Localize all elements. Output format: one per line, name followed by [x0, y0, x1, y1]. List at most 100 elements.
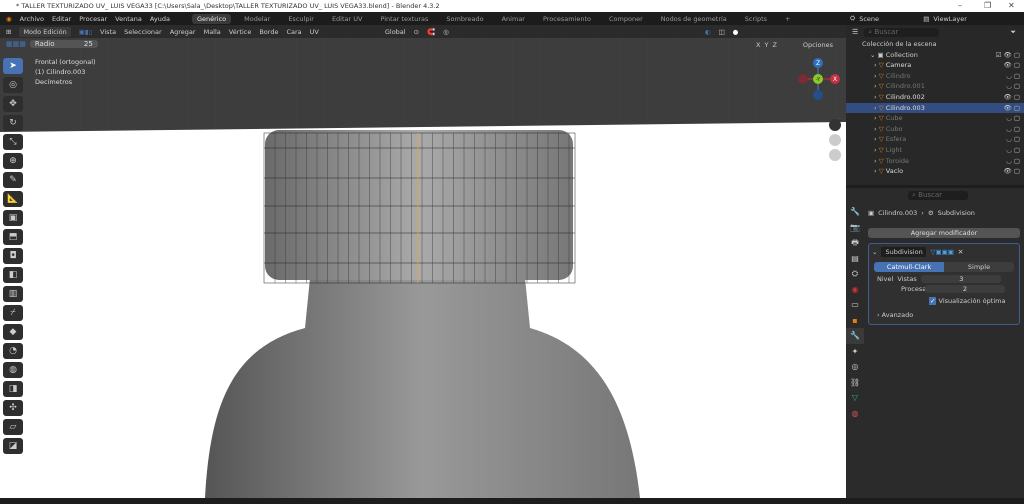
- tab-esculpir[interactable]: Esculpir: [283, 14, 319, 24]
- tab-generico[interactable]: Genérico: [191, 13, 232, 24]
- navigation-gizmo[interactable]: Z -Y X: [795, 55, 845, 165]
- visibility-icon[interactable]: ◡ ▢: [1006, 134, 1020, 145]
- menu-vertice[interactable]: Vértice: [229, 28, 252, 36]
- axis-y-toggle[interactable]: Y: [764, 41, 768, 49]
- menu-agregar[interactable]: Agregar: [170, 28, 196, 36]
- advanced-section[interactable]: › Avanzado: [869, 311, 1019, 319]
- visibility-icon[interactable]: ☑ 👁 ▢: [996, 50, 1020, 61]
- shading-solid-icon[interactable]: ●: [733, 28, 739, 36]
- select-box-mode-icon[interactable]: ▦▦▦: [6, 40, 26, 48]
- poly-build-tool-icon[interactable]: ◆: [3, 324, 23, 340]
- scene-collection[interactable]: Colección de la escena: [846, 39, 1024, 50]
- simple-button[interactable]: Simple: [944, 262, 1014, 272]
- extrude-tool-icon[interactable]: ⬒: [3, 229, 23, 245]
- inset-tool-icon[interactable]: ◘: [3, 248, 23, 264]
- display-mode-icon[interactable]: ☰: [852, 28, 858, 36]
- outliner-item[interactable]: › ▽ Cilindro.003 👁 ▢: [846, 102, 1024, 114]
- data-tab-icon[interactable]: ▽: [846, 390, 864, 406]
- smooth-tool-icon[interactable]: ◍: [3, 362, 23, 378]
- menu-seleccionar[interactable]: Seleccionar: [124, 28, 162, 36]
- scale-tool-icon[interactable]: ⤡: [3, 134, 23, 150]
- view-layer-selector[interactable]: ViewLayer: [933, 15, 967, 23]
- object-tab-icon[interactable]: ▪: [846, 313, 864, 329]
- viewport-levels-field[interactable]: 3: [921, 275, 1002, 283]
- orientation-selector[interactable]: Global: [385, 28, 406, 36]
- menu-uv[interactable]: UV: [310, 28, 319, 36]
- visibility-icon[interactable]: ◡ ▢: [1006, 81, 1020, 92]
- outliner-item[interactable]: › ▽ Cilindro.001 ◡ ▢: [846, 81, 1024, 92]
- view-layer-tab-icon[interactable]: ▤: [846, 251, 864, 267]
- tab-editar-uv[interactable]: Editar UV: [327, 14, 368, 24]
- remove-modifier-icon[interactable]: ✕: [958, 248, 963, 256]
- menu-vista[interactable]: Vista: [100, 28, 116, 36]
- filter-icon[interactable]: ⏷: [1010, 28, 1016, 37]
- menu-malla[interactable]: Malla: [204, 28, 221, 36]
- visibility-icon[interactable]: 👁 ▢: [1004, 92, 1020, 103]
- world-tab-icon[interactable]: ◉: [846, 282, 864, 298]
- visibility-icon[interactable]: ◡ ▢: [1006, 113, 1020, 124]
- knife-tool-icon[interactable]: ⌿: [3, 305, 23, 321]
- rip-tool-icon[interactable]: ◪: [3, 438, 23, 454]
- visibility-icon[interactable]: ◡ ▢: [1006, 156, 1020, 167]
- transform-tool-icon[interactable]: ⊕: [3, 153, 23, 169]
- modifier-tab-icon[interactable]: 🔧: [846, 328, 864, 344]
- collapse-chevron-icon[interactable]: ⌄: [872, 248, 877, 256]
- constraints-tab-icon[interactable]: ⛓: [846, 375, 864, 391]
- add-modifier-button[interactable]: Agregar modificador: [868, 228, 1020, 238]
- particles-tab-icon[interactable]: ✦: [846, 344, 864, 360]
- outliner-item[interactable]: › ▽ Cube ◡ ▢: [846, 113, 1024, 124]
- close-button[interactable]: ✕: [1008, 0, 1015, 12]
- expand-chevron-icon[interactable]: ›: [874, 114, 877, 122]
- select-tool-icon[interactable]: ➤: [3, 58, 23, 74]
- optimal-display-checkbox[interactable]: ✓: [929, 297, 937, 305]
- scene-tab-icon[interactable]: ⛭: [846, 266, 864, 282]
- collection-tab-icon[interactable]: ▭: [846, 297, 864, 313]
- tab-animar[interactable]: Animar: [497, 14, 530, 24]
- tab-procesamiento[interactable]: Procesamiento: [538, 14, 596, 24]
- expand-chevron-icon[interactable]: ›: [874, 125, 877, 133]
- expand-chevron-icon[interactable]: ›: [874, 93, 877, 101]
- mode-selector[interactable]: Modo Edición: [19, 26, 71, 37]
- bevel-tool-icon[interactable]: ◧: [3, 267, 23, 283]
- snap-icon[interactable]: 🧲: [427, 28, 435, 36]
- pivot-icon[interactable]: ⊙: [414, 28, 419, 36]
- outliner-item[interactable]: › ▽ Cilindro ◡ ▢: [846, 71, 1024, 82]
- catmull-clark-button[interactable]: Catmull-Clark: [874, 262, 944, 272]
- expand-chevron-icon[interactable]: ›: [874, 135, 877, 143]
- physics-tab-icon[interactable]: ◎: [846, 359, 864, 375]
- proportional-edit-icon[interactable]: ◎: [443, 28, 449, 36]
- shear-tool-icon[interactable]: ▱: [3, 419, 23, 435]
- render-tab-icon[interactable]: 📷: [846, 220, 864, 236]
- visibility-icon[interactable]: ◡ ▢: [1006, 71, 1020, 82]
- shrink-tool-icon[interactable]: ✣: [3, 400, 23, 416]
- outliner-item[interactable]: › ▽ Camera 👁 ▢: [846, 60, 1024, 71]
- expand-chevron-icon[interactable]: ›: [874, 104, 877, 112]
- tool-tab-icon[interactable]: 🔧: [846, 204, 864, 220]
- blender-logo-icon[interactable]: ◉: [6, 15, 12, 23]
- annotate-tool-icon[interactable]: ✎: [3, 172, 23, 188]
- menu-ayuda[interactable]: Ayuda: [150, 15, 170, 23]
- visibility-icon[interactable]: 👁 ▢: [1004, 103, 1020, 114]
- output-tab-icon[interactable]: 🖶: [846, 235, 864, 251]
- expand-chevron-icon[interactable]: ›: [874, 157, 877, 165]
- add-workspace-button[interactable]: +: [780, 14, 795, 24]
- expand-chevron-icon[interactable]: ›: [874, 167, 877, 175]
- tab-nodos-geometria[interactable]: Nodos de geometría: [656, 14, 732, 24]
- expand-chevron-icon[interactable]: ›: [874, 61, 877, 69]
- tab-modelar[interactable]: Modelar: [239, 14, 275, 24]
- tab-sombreado[interactable]: Sombreado: [441, 14, 488, 24]
- add-cube-tool-icon[interactable]: ▣: [3, 210, 23, 226]
- minimize-button[interactable]: –: [958, 0, 962, 12]
- outliner-item[interactable]: › ▽ Toroide ◡ ▢: [846, 156, 1024, 167]
- collection-row[interactable]: ⌄ ▣ Collection ☑ 👁 ▢: [846, 50, 1024, 61]
- menu-editar[interactable]: Editar: [52, 15, 71, 23]
- outliner-item[interactable]: › ▽ Light ◡ ▢: [846, 145, 1024, 156]
- options-dropdown[interactable]: Opciones: [803, 41, 833, 49]
- xray-icon[interactable]: ◫: [719, 28, 725, 36]
- axis-z-toggle[interactable]: Z: [772, 41, 776, 49]
- outliner-item[interactable]: › ▽ Cubo ◡ ▢: [846, 124, 1024, 135]
- modifier-name-field[interactable]: Subdivision: [881, 247, 927, 257]
- outliner-item[interactable]: › ▽ Esfera ◡ ▢: [846, 134, 1024, 145]
- radius-field[interactable]: Radio 25: [29, 40, 98, 48]
- 3d-viewport[interactable]: [0, 38, 846, 498]
